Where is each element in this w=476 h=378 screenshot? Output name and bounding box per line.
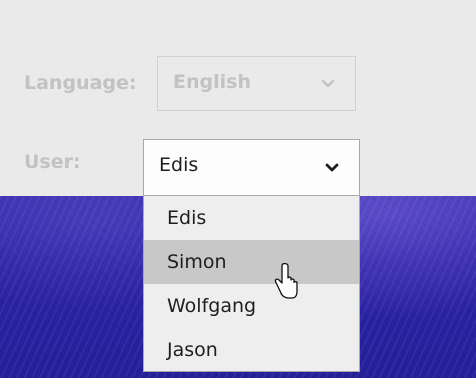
dropdown-option-edis[interactable]: Edis [144, 196, 359, 240]
user-label: User: [24, 151, 81, 173]
language-select[interactable]: English [157, 56, 356, 111]
dropdown-option-simon[interactable]: Simon [144, 240, 359, 284]
user-select[interactable]: Edis [143, 139, 360, 196]
chevron-down-icon [325, 163, 339, 172]
chevron-down-icon [321, 79, 335, 88]
language-select-value: English [173, 71, 251, 93]
user-dropdown-list: Edis Simon Wolfgang Jason [143, 196, 360, 372]
dropdown-option-wolfgang[interactable]: Wolfgang [144, 284, 359, 328]
mouse-pointer-icon [274, 263, 298, 299]
user-select-value: Edis [159, 154, 199, 176]
language-label: Language: [24, 72, 137, 94]
dropdown-option-jason[interactable]: Jason [144, 328, 359, 372]
